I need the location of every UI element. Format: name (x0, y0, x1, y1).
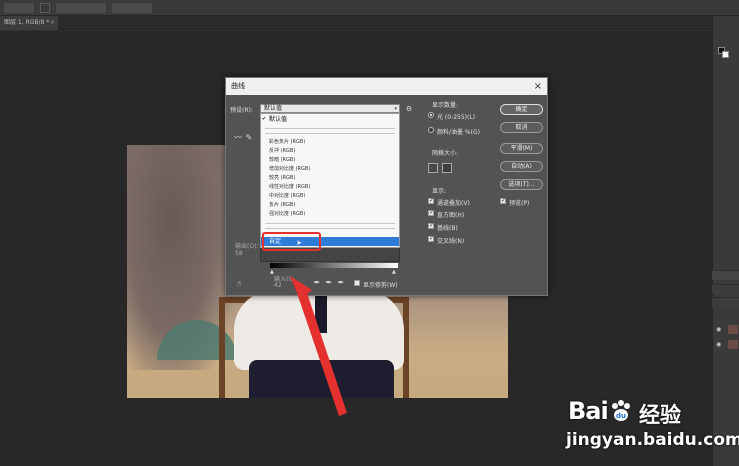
background-color-swatch[interactable] (722, 51, 729, 58)
preset-item-medium-contrast[interactable]: 中对比度 (RGB) (261, 192, 399, 201)
intersection-line-checkbox[interactable] (428, 235, 434, 242)
white-point-slider[interactable]: ▲ (392, 269, 396, 275)
preset-select-value: 默认值 (264, 105, 283, 112)
close-icon[interactable]: × (50, 16, 55, 30)
layers-panel-row[interactable] (712, 284, 739, 294)
baseline-checkbox[interactable] (428, 222, 434, 229)
grid-size-label: 网格大小: (432, 150, 459, 157)
preset-item-color-negative[interactable]: 彩色负片 (RGB) (261, 138, 399, 147)
histogram-checkbox[interactable] (428, 209, 434, 216)
pigment-radio[interactable] (428, 127, 434, 133)
layers-panel-row[interactable] (712, 297, 739, 307)
curve-point-icon[interactable]: 〰 (233, 133, 243, 143)
preset-item-strong-contrast[interactable]: 强对比度 (RGB) (261, 210, 399, 219)
light-radio[interactable] (428, 112, 434, 118)
chevron-down-icon: ▾ (394, 106, 397, 112)
eyedropper-black-icon[interactable]: ✒ (312, 278, 322, 288)
channel-overlays-checkbox[interactable] (428, 197, 434, 204)
preset-separator (265, 223, 395, 224)
close-icon[interactable]: × (534, 78, 542, 95)
gear-icon[interactable]: ⚙ (404, 104, 414, 114)
simple-grid-button[interactable] (428, 163, 438, 173)
show-clipping-checkbox[interactable] (354, 280, 360, 286)
watermark-url: jingyan.baidu.com (566, 430, 739, 450)
cancel-button[interactable]: 取消 (500, 122, 543, 133)
photo-skirt (249, 360, 394, 398)
channel-overlays-label: 通道叠加(V) (437, 200, 470, 207)
document-tab[interactable]: 图层 1, RGB/8 * × (0, 16, 58, 30)
show-amount-label: 显示数量: (432, 102, 459, 109)
eye-icon[interactable]: ◉ (716, 341, 721, 348)
options-bar (0, 0, 739, 16)
options-chip[interactable] (56, 3, 106, 13)
preset-item-lighter[interactable]: 较亮 (RGB) (261, 174, 399, 183)
layer-thumbnail[interactable] (728, 325, 738, 334)
options-chip[interactable] (112, 3, 152, 13)
preset-item-default[interactable]: 默认值 (261, 115, 399, 124)
eyedropper-gray-icon[interactable]: ✒ (324, 278, 334, 288)
input-gradient-bar (270, 263, 398, 268)
eyedropper-white-icon[interactable]: ✒ (336, 278, 346, 288)
preset-item-increase-contrast[interactable]: 增加对比度 (RGB) (261, 165, 399, 174)
baseline-label: 基线(B) (437, 225, 458, 232)
watermark-cn: 经验 (639, 403, 681, 427)
output-label: 输出(O): (235, 243, 259, 250)
preview-checkbox[interactable] (500, 197, 506, 204)
histogram-label: 直方图(H) (437, 212, 465, 219)
curves-dialog: 曲线 × 预设(R): 默认值 ▾ ⚙ 〰 ✎ ☝ 输出(O): 58 ▲ ▲ … (225, 77, 548, 296)
show-label: 显示: (432, 188, 447, 195)
preset-separator (265, 228, 395, 229)
layers-panel-header[interactable] (712, 270, 739, 280)
show-clipping-label: 显示修剪(W) (363, 282, 398, 289)
eye-icon[interactable]: ◉ (716, 326, 721, 333)
right-panel-strip (712, 16, 739, 466)
annotation-highlight-box (262, 232, 321, 251)
watermark-brand: Bai (568, 397, 609, 425)
preset-dropdown-list: 默认值 彩色负片 (RGB) 反冲 (RGB) 较暗 (RGB) 增加对比度 (… (260, 113, 400, 248)
hand-target-icon[interactable]: ☝ (234, 279, 244, 289)
preset-item-reverse[interactable]: 反冲 (RGB) (261, 147, 399, 156)
input-value: 42 (274, 282, 282, 289)
options-button[interactable] (40, 3, 50, 13)
preset-item-negative[interactable]: 负片 (RGB) (261, 201, 399, 210)
preview-label: 预览(P) (509, 200, 530, 207)
layer-thumbnail[interactable] (728, 340, 738, 349)
dialog-title: 曲线 (231, 82, 245, 90)
options-chip[interactable] (4, 3, 34, 13)
preset-separator (265, 133, 395, 134)
light-option-label: 光 (0-255)(L) (437, 114, 476, 121)
pencil-icon[interactable]: ✎ (244, 133, 254, 143)
ok-button[interactable]: 确定 (500, 104, 543, 115)
photo-tie (315, 293, 327, 333)
pigment-option-label: 颜料/油墨 %(G) (437, 129, 480, 136)
preset-select[interactable]: 默认值 ▾ (260, 104, 400, 113)
auto-button[interactable]: 自动(A) (500, 161, 543, 172)
preset-item-darker[interactable]: 较暗 (RGB) (261, 156, 399, 165)
detailed-grid-button[interactable] (442, 163, 452, 173)
preset-label: 预设(R): (230, 107, 253, 114)
smooth-button[interactable]: 平滑(M) (500, 143, 543, 154)
document-tab-bar: 图层 1, RGB/8 * × (0, 16, 712, 30)
paw-icon: du (612, 400, 630, 421)
output-value: 58 (235, 250, 243, 257)
svg-text:du: du (616, 412, 626, 420)
photoshop-window: 图层 1, RGB/8 * × 曲线 × 预设(R): 默认值 ▾ ⚙ 〰 ✎ … (0, 0, 739, 466)
intersection-line-label: 交叉线(N) (437, 238, 465, 245)
options-button[interactable]: 选项(T)... (500, 179, 543, 190)
preset-separator (265, 128, 395, 129)
document-tab-label: 图层 1, RGB/8 * (4, 19, 50, 26)
dialog-title-bar: 曲线 × (226, 78, 547, 95)
cursor-arrow-icon: ➤ (296, 239, 302, 247)
preset-item-linear-contrast[interactable]: 线性对比度 (RGB) (261, 183, 399, 192)
